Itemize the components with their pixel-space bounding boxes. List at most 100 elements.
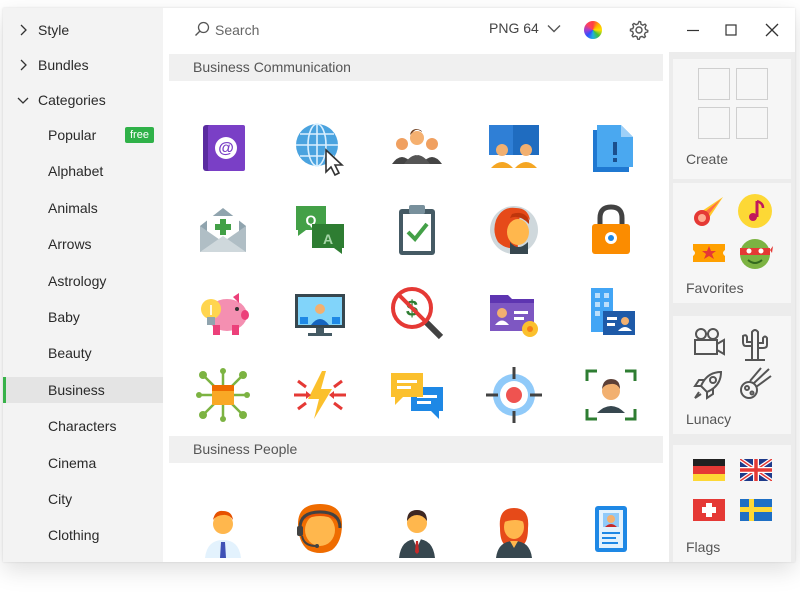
envelope-add-icon[interactable] bbox=[195, 202, 251, 258]
empty-slot-icon bbox=[698, 68, 730, 100]
category-label: Arrows bbox=[48, 236, 92, 252]
maximize-icon[interactable] bbox=[719, 18, 743, 42]
category-label: Baby bbox=[48, 309, 80, 325]
email-address-book-icon[interactable]: @ bbox=[195, 120, 251, 176]
rocket-icon bbox=[691, 366, 727, 402]
comet-icon bbox=[691, 193, 727, 229]
category-astrology[interactable]: Astrology bbox=[3, 268, 163, 294]
format-dropdown[interactable]: PNG 64 bbox=[489, 20, 561, 36]
category-baby[interactable]: Baby bbox=[3, 304, 163, 330]
chevron-down-icon bbox=[17, 97, 29, 104]
section-header: Business People bbox=[169, 436, 663, 463]
minimize-icon[interactable] bbox=[681, 18, 705, 42]
right-panel: Create Favorites Lunacy Flags bbox=[669, 52, 795, 562]
category-beauty[interactable]: Beauty bbox=[3, 340, 163, 366]
video-conference-icon[interactable] bbox=[486, 120, 542, 176]
color-wheel-icon[interactable] bbox=[584, 21, 602, 39]
category-business[interactable]: Business bbox=[3, 377, 163, 403]
sidebar: Style Bundles Categories Popular free Al… bbox=[3, 8, 163, 562]
id-card-icon[interactable] bbox=[583, 502, 639, 558]
section-header: Business Communication bbox=[169, 54, 663, 81]
app-window: Style Bundles Categories Popular free Al… bbox=[3, 8, 795, 562]
turtle-icon bbox=[737, 235, 773, 271]
sidebar-item-bundles[interactable]: Bundles bbox=[3, 52, 163, 78]
padlock-icon[interactable] bbox=[583, 202, 639, 258]
free-badge: free bbox=[125, 127, 154, 143]
businessman-icon[interactable] bbox=[195, 502, 251, 558]
sidebar-item-label: Style bbox=[38, 22, 70, 38]
svg-text:A: A bbox=[323, 231, 333, 247]
target-icon[interactable] bbox=[486, 367, 542, 423]
card-title: Create bbox=[686, 151, 729, 167]
card-title: Lunacy bbox=[686, 411, 732, 427]
favorites-card[interactable]: Favorites bbox=[673, 183, 791, 303]
sidebar-item-label: Categories bbox=[38, 92, 106, 108]
category-clothing[interactable]: Clothing bbox=[3, 522, 163, 548]
chat-bubbles-icon[interactable] bbox=[389, 367, 445, 423]
no-money-search-icon[interactable]: $ bbox=[389, 285, 445, 341]
icon-gallery: Business Communication @ QA Business Peo… bbox=[163, 52, 669, 562]
sidebar-item-categories[interactable]: Categories bbox=[3, 87, 163, 113]
ticket-icon bbox=[691, 235, 727, 271]
sidebar-item-label: Bundles bbox=[38, 57, 89, 73]
category-cinema[interactable]: Cinema bbox=[3, 450, 163, 476]
category-city[interactable]: City bbox=[3, 486, 163, 512]
empty-slot-icon bbox=[698, 107, 730, 139]
category-label: Beauty bbox=[48, 345, 92, 361]
category-label: Business bbox=[48, 382, 105, 398]
uk-flag-icon bbox=[738, 457, 774, 483]
chevron-right-icon bbox=[20, 24, 27, 36]
card-title: Flags bbox=[686, 539, 721, 555]
flags-card[interactable]: Flags bbox=[673, 445, 791, 562]
gear-icon[interactable] bbox=[629, 20, 649, 40]
category-alphabet[interactable]: Alphabet bbox=[3, 158, 163, 184]
search-input[interactable] bbox=[213, 19, 417, 41]
video-call-monitor-icon[interactable] bbox=[292, 285, 348, 341]
sweden-flag-icon bbox=[740, 499, 772, 521]
empty-slot-icon bbox=[736, 107, 768, 139]
face-scan-icon[interactable] bbox=[583, 367, 639, 423]
businesswoman-icon[interactable] bbox=[486, 502, 542, 558]
category-label: Popular bbox=[48, 127, 97, 143]
category-label: Characters bbox=[48, 418, 117, 434]
format-label: PNG 64 bbox=[489, 20, 539, 36]
piggy-bank-idea-icon[interactable] bbox=[195, 285, 251, 341]
search-icon bbox=[195, 21, 210, 36]
checklist-clipboard-icon[interactable] bbox=[389, 202, 445, 258]
manager-icon[interactable] bbox=[389, 502, 445, 558]
conflict-lightning-icon[interactable] bbox=[292, 367, 348, 423]
chevron-down-icon bbox=[547, 24, 561, 32]
category-label: Astrology bbox=[48, 273, 107, 289]
category-animals[interactable]: Animals bbox=[3, 195, 163, 221]
music-note-icon bbox=[737, 193, 773, 229]
web-globe-cursor-icon[interactable] bbox=[292, 120, 348, 176]
profile-face-icon[interactable] bbox=[486, 202, 542, 258]
network-box-icon[interactable] bbox=[195, 367, 251, 423]
document-exclamation-icon[interactable] bbox=[583, 120, 639, 176]
category-label: Clothing bbox=[48, 527, 100, 543]
meeting-group-icon[interactable] bbox=[389, 120, 445, 176]
switzerland-flag-icon bbox=[693, 499, 725, 521]
close-icon[interactable] bbox=[760, 18, 784, 42]
category-label: City bbox=[48, 491, 73, 507]
business-folder-icon[interactable] bbox=[486, 285, 542, 341]
category-characters[interactable]: Characters bbox=[3, 413, 163, 439]
qa-chat-icon[interactable]: QA bbox=[292, 202, 348, 258]
support-agent-icon[interactable] bbox=[292, 502, 348, 558]
category-popular[interactable]: Popular free bbox=[3, 122, 163, 148]
germany-flag-icon bbox=[693, 459, 725, 481]
sidebar-item-style[interactable]: Style bbox=[3, 17, 163, 43]
chevron-right-icon bbox=[20, 59, 27, 71]
category-arrows[interactable]: Arrows bbox=[3, 231, 163, 257]
card-title: Favorites bbox=[686, 280, 744, 296]
id-badge-building-icon[interactable] bbox=[583, 285, 639, 341]
category-label: Alphabet bbox=[48, 163, 104, 179]
lunacy-card[interactable]: Lunacy bbox=[673, 316, 791, 434]
movie-camera-icon bbox=[691, 326, 727, 362]
create-card[interactable]: Create bbox=[673, 59, 791, 179]
meteor-icon bbox=[737, 366, 773, 402]
category-label: Cinema bbox=[48, 455, 97, 471]
svg-text:@: @ bbox=[218, 140, 234, 157]
cactus-icon bbox=[737, 326, 773, 362]
category-label: Animals bbox=[48, 200, 98, 216]
